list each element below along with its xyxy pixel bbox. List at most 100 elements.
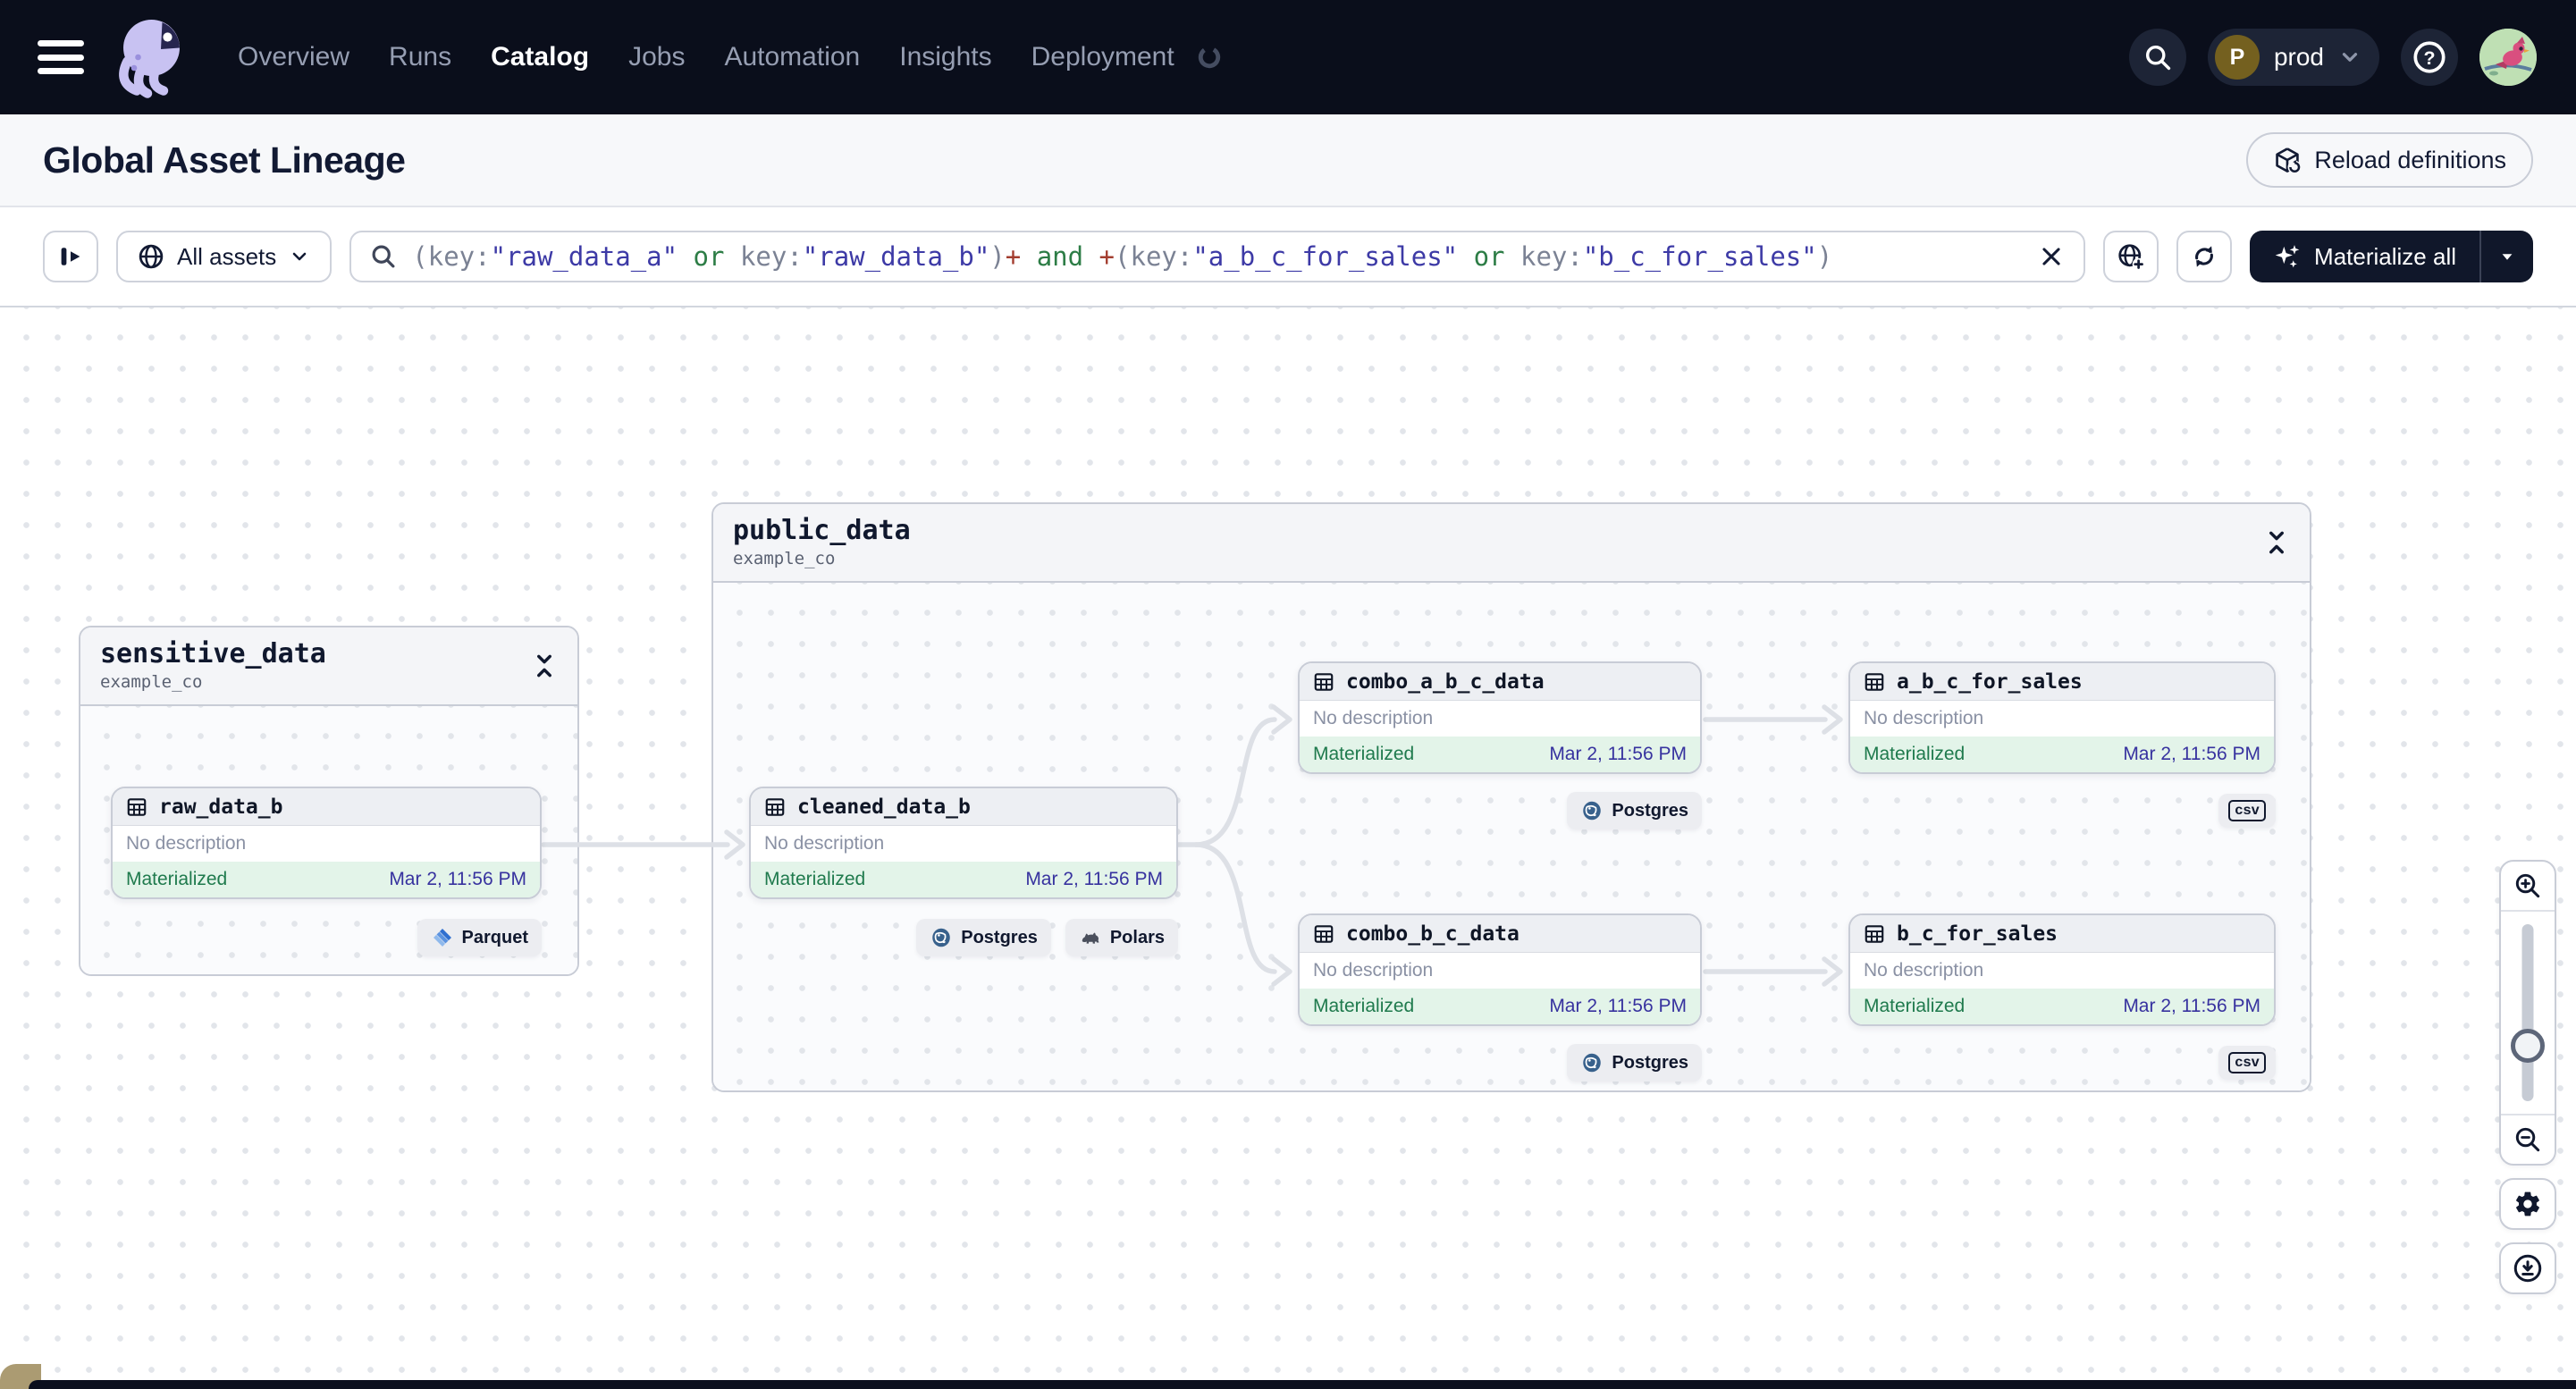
table-grid-icon: [1314, 924, 1334, 943]
kind-tag-parquet[interactable]: Parquet: [417, 919, 542, 956]
sync-icon: [2195, 246, 2213, 267]
loading-spinner-icon: [1198, 46, 1220, 69]
postgres-icon: [1583, 801, 1602, 821]
table-grid-icon: [1314, 672, 1334, 691]
asset-scope-dropdown[interactable]: All assets: [116, 231, 333, 282]
panel-expand-icon: [61, 248, 80, 265]
materialized-status: Materialized: [1864, 744, 1966, 764]
asset-search-query: (key:"raw_data_a" or key:"raw_data_b")+ …: [412, 241, 1833, 272]
svg-text:?: ?: [2423, 47, 2435, 69]
refresh-graph-button[interactable]: [2176, 231, 2233, 282]
view-full-graph-button[interactable]: [2103, 231, 2159, 282]
search-button[interactable]: [2128, 29, 2186, 86]
materialized-timestamp[interactable]: Mar 2, 11:56 PM: [1549, 996, 1687, 1017]
polars-bear-icon: [1082, 932, 1099, 944]
group-location: example_co: [733, 549, 836, 568]
materialize-all-button[interactable]: Materialize all: [2250, 231, 2479, 282]
asset-node-raw-data-b[interactable]: raw_data_b No description Materialized Ma…: [111, 787, 542, 899]
table-grid-icon: [1865, 672, 1884, 691]
hamburger-menu-icon[interactable]: [38, 40, 84, 74]
magnifier-icon: [372, 245, 395, 268]
materialized-timestamp[interactable]: Mar 2, 11:56 PM: [1549, 744, 1687, 765]
download-graph-button[interactable]: [2499, 1242, 2556, 1294]
asset-description: No description: [1850, 701, 2274, 737]
materialized-timestamp[interactable]: Mar 2, 11:56 PM: [2123, 744, 2260, 765]
asset-node-combo-a-b-c-data[interactable]: combo_a_b_c_data No description Material…: [1298, 661, 1702, 774]
kind-tag-polars[interactable]: Polars: [1065, 919, 1178, 956]
primary-nav: Overview Runs Catalog Jobs Automation In…: [238, 42, 1221, 72]
asset-kind-tags: Postgres: [1567, 792, 1702, 829]
collapse-group-icon[interactable]: [531, 652, 558, 679]
navbar-right-cluster: P prod ?: [2128, 29, 2537, 86]
sparkles-icon: [2275, 245, 2300, 268]
kind-tag-label: Postgres: [1612, 1052, 1688, 1073]
environment-name: prod: [2273, 43, 2324, 71]
open-sidebar-button[interactable]: [43, 231, 98, 282]
zoom-out-button[interactable]: [2501, 1114, 2555, 1164]
caret-down-icon: [2502, 254, 2513, 260]
zoom-slider-track[interactable]: [2521, 924, 2534, 1101]
collapse-group-icon[interactable]: [2263, 529, 2290, 556]
materialize-all-label: Materialize all: [2314, 242, 2456, 270]
kind-tag-label: Parquet: [461, 927, 528, 947]
kind-tag-label: Postgres: [961, 927, 1038, 947]
nav-item-automation[interactable]: Automation: [724, 42, 860, 72]
asset-node-a-b-c-for-sales[interactable]: a_b_c_for_sales No description Materiali…: [1848, 661, 2276, 774]
materialized-timestamp[interactable]: Mar 2, 11:56 PM: [389, 869, 526, 890]
asset-name: combo_a_b_c_data: [1346, 669, 1545, 694]
zoom-slider-knob[interactable]: [2511, 1029, 2545, 1063]
page-header: Global Asset Lineage Reload definitions: [0, 114, 2576, 207]
reload-definitions-button[interactable]: Reload definitions: [2246, 132, 2533, 188]
reload-cube-icon: [2276, 147, 2302, 174]
nav-item-overview[interactable]: Overview: [238, 42, 349, 72]
asset-kind-tags: Postgres: [1567, 1044, 1702, 1082]
nav-item-runs[interactable]: Runs: [389, 42, 451, 72]
zoom-slider: [2501, 912, 2555, 1114]
nav-item-insights[interactable]: Insights: [899, 42, 991, 72]
kind-tag-csv[interactable]: csv: [2218, 794, 2276, 828]
dagster-logo-icon[interactable]: [107, 13, 193, 102]
materialized-status: Materialized: [764, 869, 866, 889]
asset-kind-tags: csv: [2218, 1046, 2276, 1080]
kind-tag-postgres[interactable]: Postgres: [1567, 1044, 1702, 1082]
asset-node-combo-b-c-data[interactable]: combo_b_c_data No description Materializ…: [1298, 913, 1702, 1026]
asset-node-b-c-for-sales[interactable]: b_c_for_sales No description Materialize…: [1848, 913, 2276, 1026]
csv-icon: csv: [2228, 1051, 2266, 1074]
environment-avatar: P: [2214, 35, 2260, 80]
asset-name: cleaned_data_b: [797, 795, 971, 819]
nav-item-deployment[interactable]: Deployment: [1031, 42, 1174, 72]
group-header[interactable]: public_data example_co: [713, 504, 2310, 583]
help-icon: ?: [2413, 41, 2446, 73]
zoom-in-button[interactable]: [2501, 862, 2555, 912]
asset-name: raw_data_b: [159, 795, 283, 819]
materialize-options-button[interactable]: [2481, 231, 2533, 282]
gear-icon: [2516, 1191, 2539, 1216]
asset-search-input[interactable]: (key:"raw_data_a" or key:"raw_data_b")+ …: [349, 231, 2086, 282]
asset-node-cleaned-data-b[interactable]: cleaned_data_b No description Materializ…: [749, 787, 1178, 899]
user-avatar[interactable]: [2479, 29, 2537, 86]
kind-tag-label: Postgres: [1612, 800, 1688, 821]
materialized-timestamp[interactable]: Mar 2, 11:56 PM: [1025, 869, 1163, 890]
asset-name: a_b_c_for_sales: [1897, 669, 2083, 694]
materialized-status: Materialized: [1864, 996, 1966, 1016]
csv-icon: csv: [2228, 799, 2266, 822]
nav-item-catalog[interactable]: Catalog: [491, 42, 589, 72]
asset-scope-label: All assets: [177, 242, 277, 270]
group-header[interactable]: sensitive_data example_co: [80, 627, 577, 706]
nav-item-jobs[interactable]: Jobs: [628, 42, 685, 72]
environment-switcher[interactable]: P prod: [2207, 29, 2379, 86]
kind-tag-postgres[interactable]: Postgres: [916, 919, 1051, 956]
materialize-all-split-button: Materialize all: [2250, 231, 2533, 282]
download-circle-icon: [2513, 1254, 2542, 1283]
kind-tag-postgres[interactable]: Postgres: [1567, 792, 1702, 829]
asset-name: b_c_for_sales: [1897, 922, 2058, 946]
kind-tag-csv[interactable]: csv: [2218, 1046, 2276, 1080]
table-grid-icon: [1865, 924, 1884, 943]
clear-search-button[interactable]: [2033, 239, 2069, 274]
group-location: example_co: [100, 672, 203, 692]
materialized-timestamp[interactable]: Mar 2, 11:56 PM: [2123, 996, 2260, 1017]
cardinal-bird-avatar-icon: [2479, 29, 2537, 86]
bottom-panel-edge: [29, 1380, 2576, 1389]
help-button[interactable]: ?: [2401, 29, 2458, 86]
graph-settings-button[interactable]: [2499, 1178, 2556, 1230]
